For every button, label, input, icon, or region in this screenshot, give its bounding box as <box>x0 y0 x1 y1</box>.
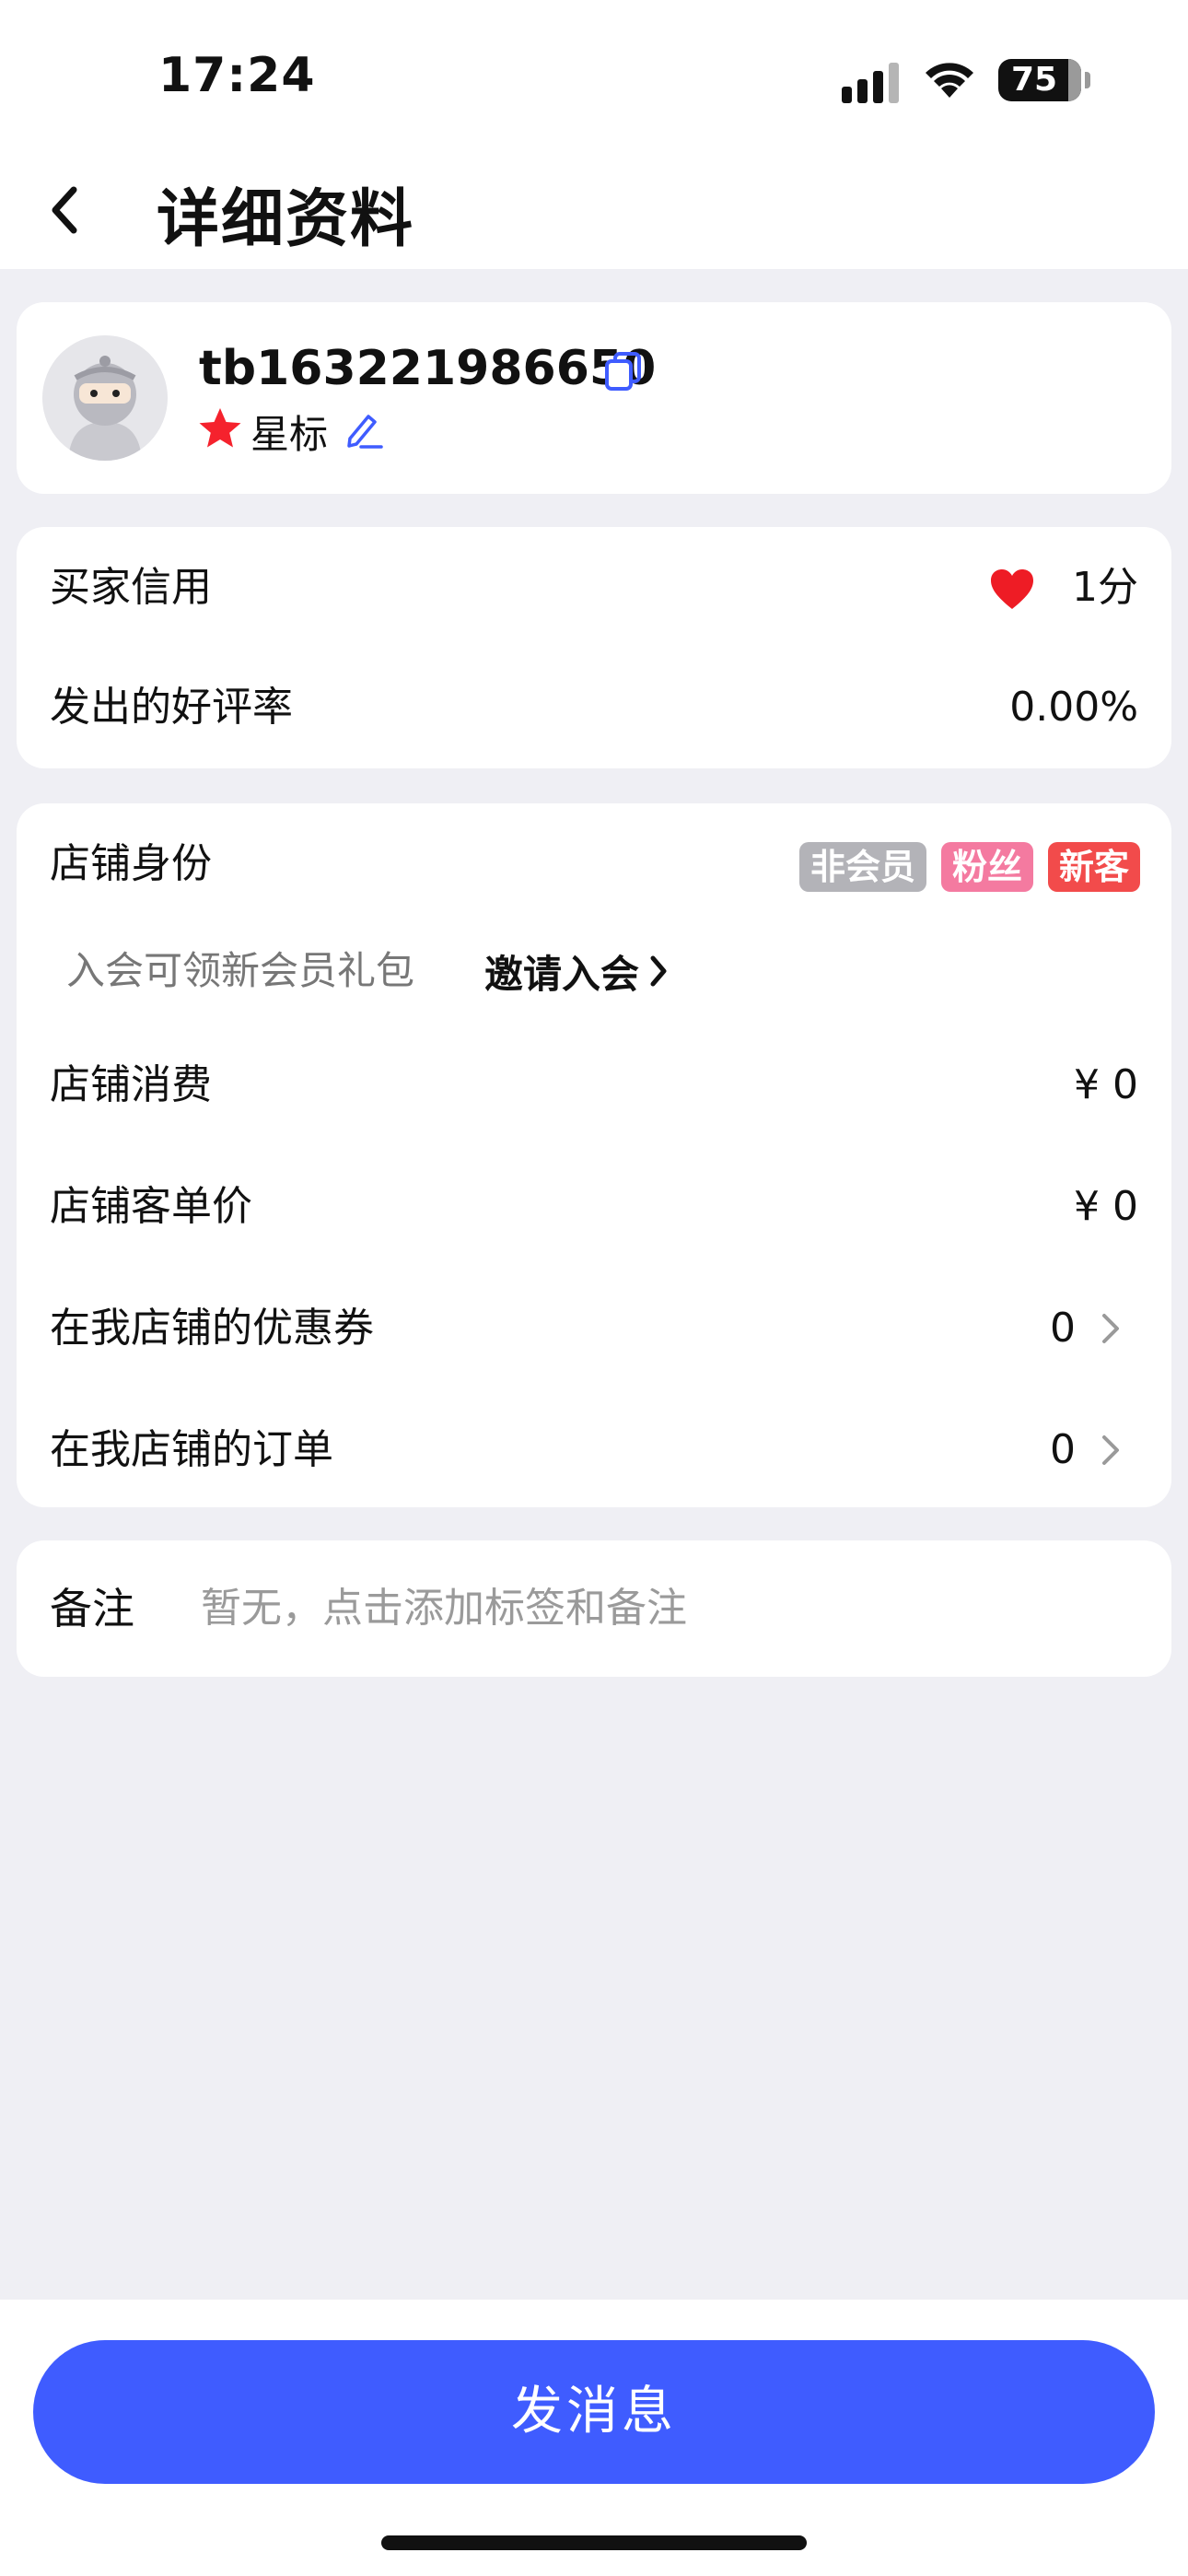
buyer-credit-row: 买家信用 1分 <box>17 527 1171 649</box>
cellular-signal-icon <box>842 63 899 103</box>
avatar[interactable] <box>42 335 168 461</box>
positive-rate-row: 发出的好评率 0.00% <box>17 647 1171 768</box>
invite-join-label: 邀请入会 <box>484 951 640 997</box>
shop-spending-row: 店铺消费 ¥ 0 <box>17 1025 1171 1146</box>
shop-coupons-row[interactable]: 在我店铺的优惠券 0 <box>17 1268 1171 1389</box>
row-value: 0 <box>1050 1305 1076 1352</box>
row-value: ¥ 0 <box>1074 1183 1138 1230</box>
home-indicator <box>381 2535 807 2550</box>
row-label: 店铺身份 <box>50 840 212 887</box>
shop-orders-row[interactable]: 在我店铺的订单 0 <box>17 1389 1171 1511</box>
invite-join-link[interactable]: 邀请入会 <box>484 925 670 1017</box>
star-icon[interactable] <box>197 405 243 451</box>
badge-non-member: 非会员 <box>798 842 926 892</box>
back-button[interactable] <box>46 173 101 247</box>
remark-label: 备注 <box>50 1584 134 1633</box>
send-message-button[interactable]: 发消息 <box>33 2340 1155 2484</box>
chat-profile-screen: 17:24 75 详细资料 tb163221986650 星标 买家信用 1分 … <box>0 0 1188 2576</box>
row-label: 店铺消费 <box>50 1061 212 1108</box>
row-label: 发出的好评率 <box>50 684 293 731</box>
identity-badges: 非会员 粉丝 新客 <box>798 842 1140 892</box>
row-label: 在我店铺的优惠券 <box>50 1305 374 1352</box>
battery-cap <box>1085 72 1090 88</box>
status-time: 17:24 <box>158 48 316 103</box>
battery-level: 75 <box>1010 61 1058 99</box>
bottom-action-bar: 发消息 <box>0 2300 1188 2576</box>
row-value: ¥ 0 <box>1074 1061 1138 1108</box>
remark-input[interactable]: 暂无，点击添加标签和备注 <box>201 1540 1122 1677</box>
row-label: 买家信用 <box>50 564 212 611</box>
heart-icon <box>991 569 1033 609</box>
row-value: 0.00% <box>1009 684 1138 731</box>
battery-icon: 75 <box>998 59 1081 101</box>
chevron-right-icon <box>650 955 667 987</box>
credit-card: 买家信用 1分 发出的好评率 0.00% <box>17 527 1171 768</box>
chevron-right-icon <box>1102 1435 1119 1465</box>
badge-new-customer: 新客 <box>1047 842 1140 892</box>
wifi-icon <box>926 63 973 98</box>
star-label[interactable]: 星标 <box>250 404 328 460</box>
shop-avg-order-row: 店铺客单价 ¥ 0 <box>17 1146 1171 1268</box>
profile-card: tb163221986650 星标 <box>17 302 1171 494</box>
page-title: 详细资料 <box>157 183 415 256</box>
row-label: 店铺客单价 <box>50 1183 252 1230</box>
row-value: 0 <box>1050 1426 1076 1473</box>
copy-icon[interactable] <box>600 348 646 394</box>
row-value: 1分 <box>1072 564 1138 611</box>
invite-hint: 入会可领新会员礼包 <box>66 948 415 993</box>
top-bar: 17:24 75 详细资料 <box>0 0 1188 269</box>
badge-fan: 粉丝 <box>940 842 1033 892</box>
remark-card[interactable]: 备注 暂无，点击添加标签和备注 <box>17 1540 1171 1677</box>
username: tb163221986650 <box>199 341 657 396</box>
shop-card: 店铺身份 非会员 粉丝 新客 入会可领新会员礼包 邀请入会 店铺消费 ¥ 0 店… <box>17 803 1171 1507</box>
edit-pencil-icon[interactable] <box>341 407 385 451</box>
chevron-left-icon <box>52 186 77 234</box>
ninja-avatar-icon <box>42 335 168 461</box>
row-label: 在我店铺的订单 <box>50 1426 333 1473</box>
chevron-right-icon <box>1102 1314 1119 1343</box>
